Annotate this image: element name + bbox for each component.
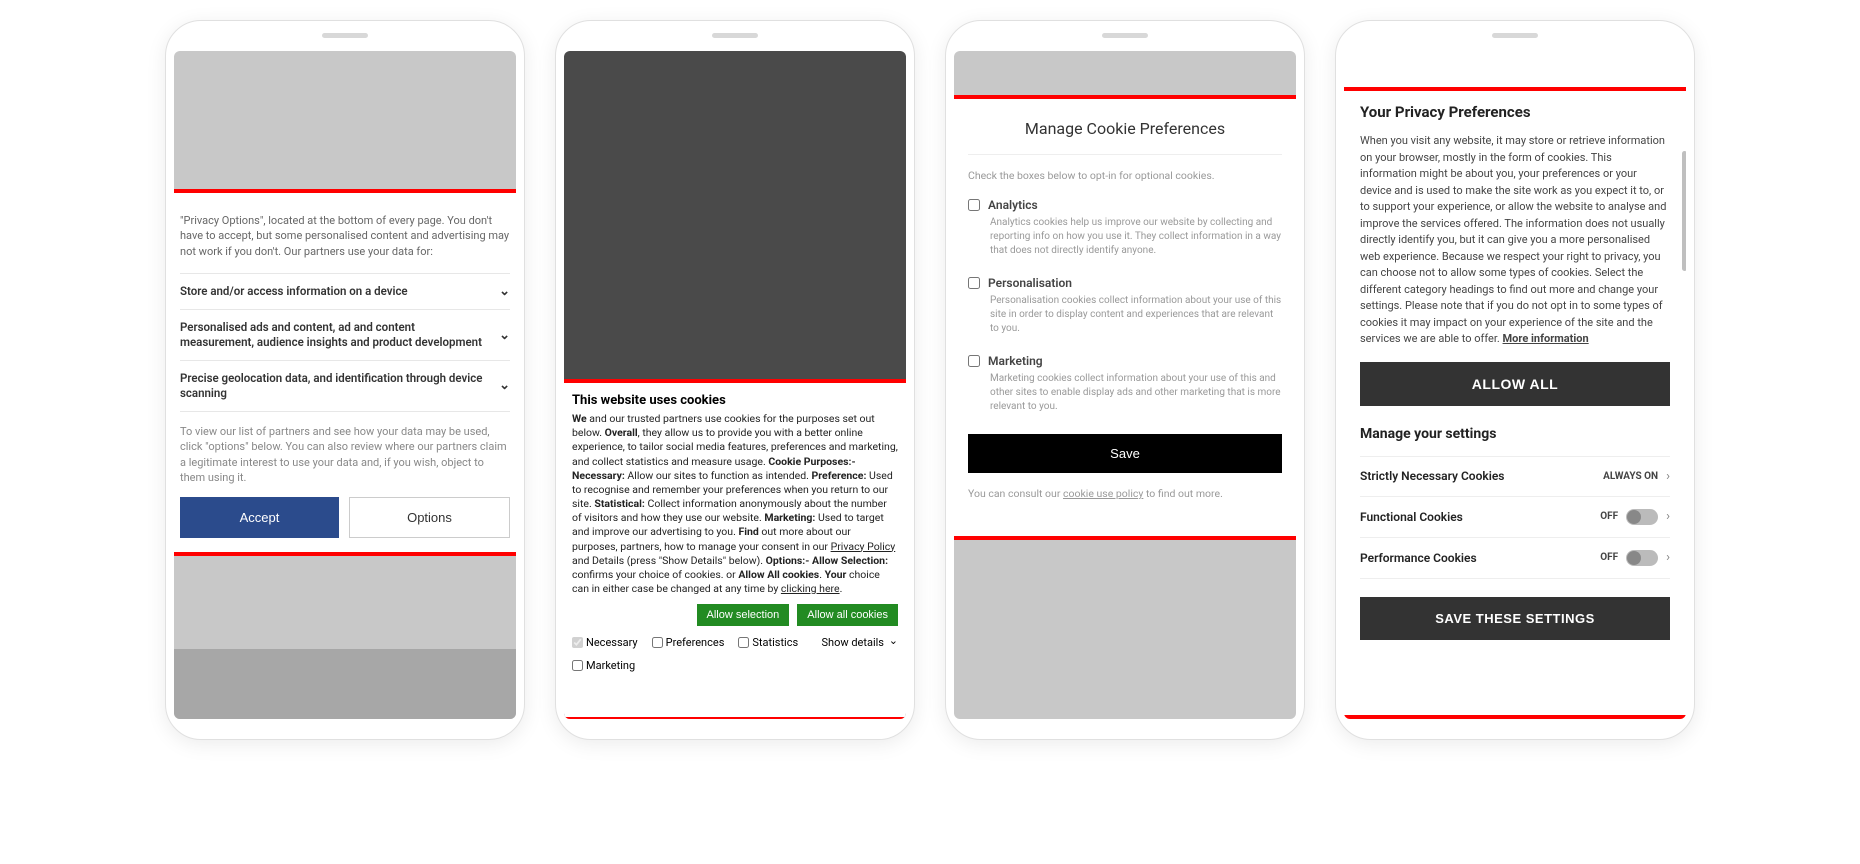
analytics-desc: Analytics cookies help us improve our we…	[968, 216, 1282, 258]
setting-label: Strictly Necessary Cookies	[1360, 469, 1603, 483]
footer-text: You can consult our cookie use policy to…	[968, 473, 1282, 500]
modal-title: Manage Cookie Preferences	[968, 115, 1282, 155]
modal-title: Your Privacy Preferences	[1360, 103, 1670, 121]
show-details-toggle[interactable]: Show details	[821, 636, 898, 649]
marketing-label: Marketing	[988, 354, 1043, 368]
setting-row-performance[interactable]: Performance Cookies OFF ›	[1360, 537, 1670, 579]
cookie-modal: "Privacy Options", located at the bottom…	[174, 189, 516, 556]
chevron-right-icon: ›	[1666, 509, 1670, 524]
expand-row[interactable]: Store and/or access information on a dev…	[180, 274, 510, 310]
privacy-policy-link[interactable]: Privacy Policy	[831, 540, 896, 553]
setting-label: Functional Cookies	[1360, 510, 1600, 524]
cookie-modal: This website uses cookies We and our tru…	[564, 379, 906, 719]
screen-2: This website uses cookies We and our tru…	[564, 51, 906, 719]
more-info-link[interactable]: More information	[1503, 332, 1589, 345]
chevron-down-icon: ⌄	[499, 328, 510, 343]
personalisation-desc: Personalisation cookies collect informat…	[968, 294, 1282, 336]
options-button[interactable]: Options	[349, 497, 510, 538]
chevron-right-icon: ›	[1666, 469, 1670, 484]
privacy-modal: Your Privacy Preferences When you visit …	[1344, 87, 1686, 719]
marketing-desc: Marketing cookies collect information ab…	[968, 372, 1282, 414]
row-label: Precise geolocation data, and identifica…	[180, 371, 499, 401]
speaker	[322, 33, 368, 38]
allow-selection-button[interactable]: Allow selection	[697, 604, 790, 626]
chevron-down-icon: ⌄	[499, 284, 510, 299]
phone-frame-1: "Privacy Options", located at the bottom…	[165, 20, 525, 740]
accept-button[interactable]: Accept	[180, 497, 339, 538]
phone-frame-4: Your Privacy Preferences When you visit …	[1335, 20, 1695, 740]
scrollbar[interactable]	[1682, 151, 1686, 271]
analytics-label: Analytics	[988, 198, 1038, 212]
screen-3: Manage Cookie Preferences Check the boxe…	[954, 51, 1296, 719]
clicking-here-link[interactable]: clicking here	[781, 582, 840, 595]
footer-text: To view our list of partners and see how…	[180, 412, 510, 498]
analytics-checkbox[interactable]	[968, 199, 980, 211]
modal-body: We and our trusted partners use cookies …	[572, 412, 898, 596]
bottom-bar	[174, 649, 516, 719]
setting-row-necessary[interactable]: Strictly Necessary Cookies ALWAYS ON ›	[1360, 456, 1670, 496]
save-settings-button[interactable]: SAVE THESE SETTINGS	[1360, 597, 1670, 640]
necessary-checkbox[interactable]: Necessary	[572, 636, 638, 649]
marketing-checkbox[interactable]: Marketing	[572, 659, 898, 672]
screen-4: Your Privacy Preferences When you visit …	[1344, 51, 1686, 719]
expand-row[interactable]: Personalised ads and content, ad and con…	[180, 310, 510, 361]
toggle-switch[interactable]	[1626, 509, 1658, 525]
cookie-policy-link[interactable]: cookie use policy	[1063, 487, 1143, 500]
setting-state: OFF	[1600, 552, 1618, 563]
chevron-right-icon: ›	[1666, 550, 1670, 565]
intro-text: Check the boxes below to opt-in for opti…	[968, 155, 1282, 198]
cookie-modal: Manage Cookie Preferences Check the boxe…	[954, 95, 1296, 540]
phone-frame-2: This website uses cookies We and our tru…	[555, 20, 915, 740]
row-label: Personalised ads and content, ad and con…	[180, 320, 499, 350]
speaker	[1492, 33, 1538, 38]
phone-row: "Privacy Options", located at the bottom…	[20, 20, 1840, 740]
speaker	[712, 33, 758, 38]
modal-body: When you visit any website, it may store…	[1360, 133, 1670, 348]
toggle-switch[interactable]	[1626, 550, 1658, 566]
setting-row-functional[interactable]: Functional Cookies OFF ›	[1360, 496, 1670, 537]
personalisation-checkbox[interactable]	[968, 277, 980, 289]
marketing-checkbox[interactable]	[968, 355, 980, 367]
row-label: Store and/or access information on a dev…	[180, 284, 499, 299]
intro-text: "Privacy Options", located at the bottom…	[180, 207, 510, 274]
allow-all-button[interactable]: Allow all cookies	[797, 604, 898, 626]
save-button[interactable]: Save	[968, 434, 1282, 473]
setting-state: ALWAYS ON	[1603, 471, 1658, 482]
allow-all-button[interactable]: ALLOW ALL	[1360, 362, 1670, 406]
preferences-checkbox[interactable]: Preferences	[652, 636, 725, 649]
setting-state: OFF	[1600, 511, 1618, 522]
speaker	[1102, 33, 1148, 38]
chevron-down-icon: ⌄	[499, 378, 510, 393]
manage-heading: Manage your settings	[1360, 426, 1670, 442]
statistics-checkbox[interactable]: Statistics	[738, 636, 798, 649]
setting-label: Performance Cookies	[1360, 551, 1600, 565]
modal-title: This website uses cookies	[572, 393, 898, 408]
expand-row[interactable]: Precise geolocation data, and identifica…	[180, 361, 510, 412]
personalisation-label: Personalisation	[988, 276, 1072, 290]
phone-frame-3: Manage Cookie Preferences Check the boxe…	[945, 20, 1305, 740]
screen-1: "Privacy Options", located at the bottom…	[174, 51, 516, 719]
